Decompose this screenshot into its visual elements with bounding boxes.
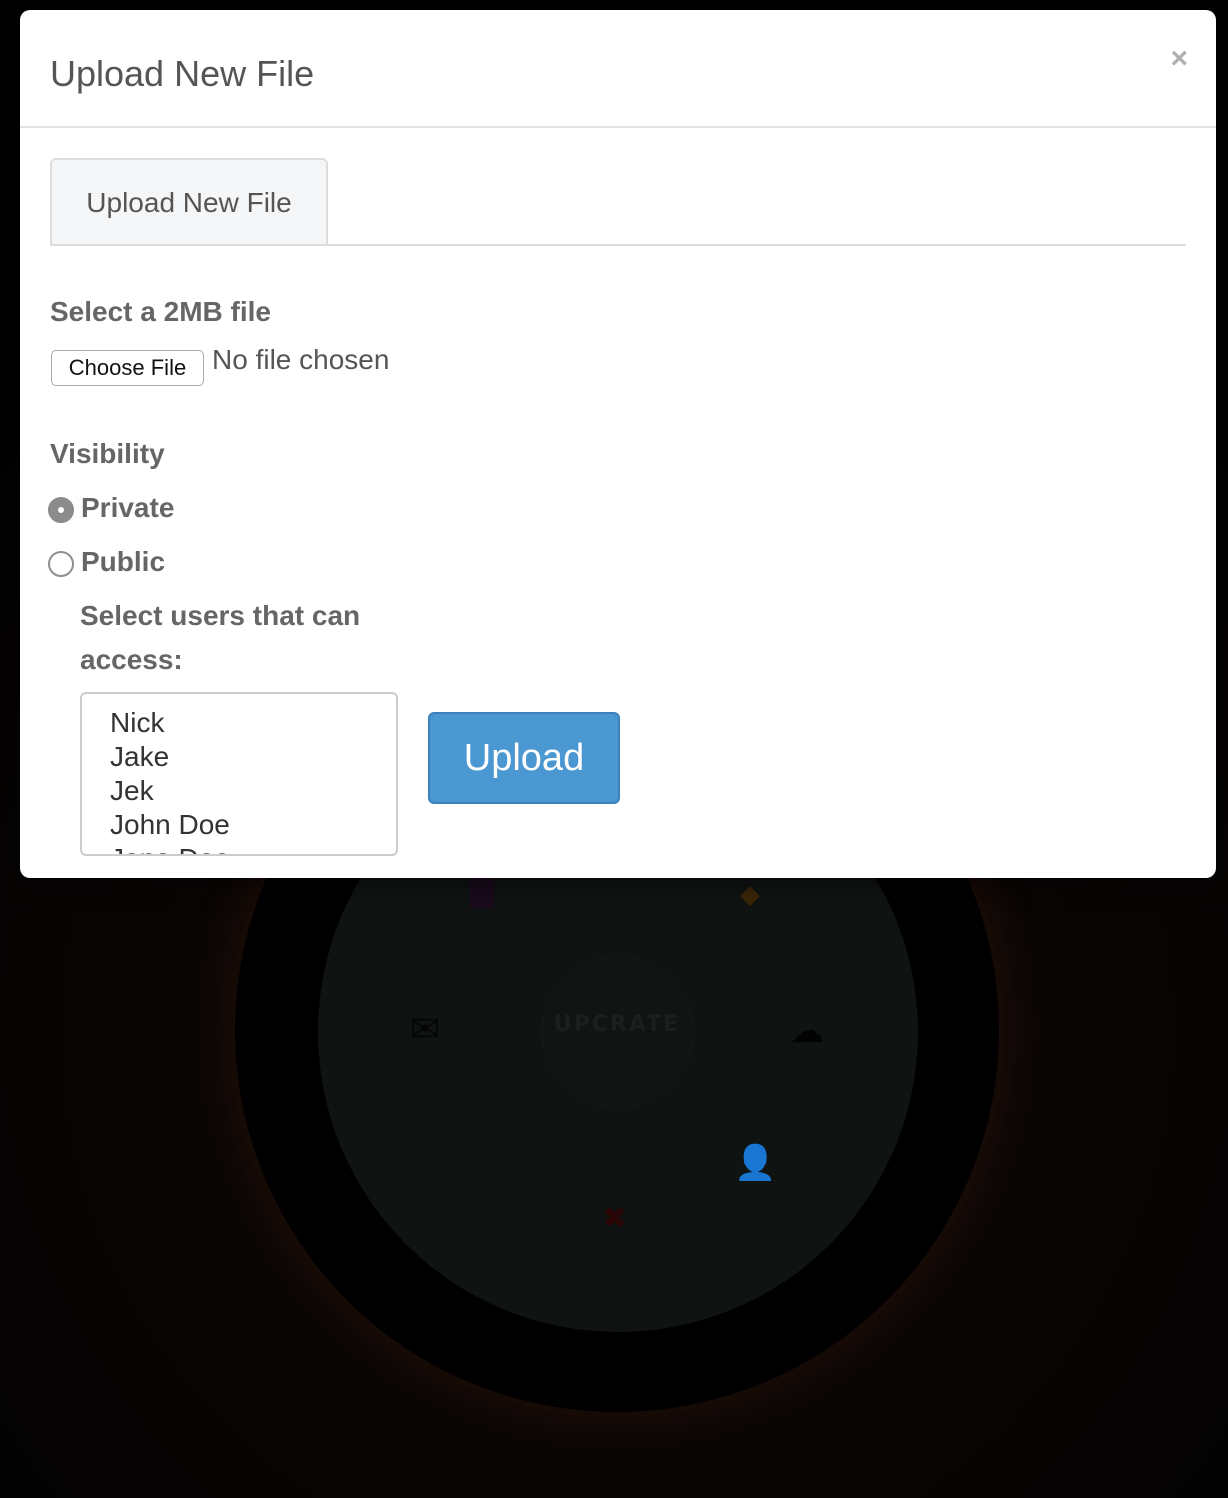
user-option[interactable]: John Doe — [110, 808, 396, 842]
upload-modal: Upload New File × Upload New File Select… — [20, 10, 1216, 878]
document-icon — [470, 878, 494, 908]
public-radio[interactable] — [48, 551, 74, 577]
user-option[interactable]: Jake — [110, 740, 396, 774]
file-input-label: Select a 2MB file — [50, 296, 271, 327]
upload-button[interactable]: Upload — [428, 712, 620, 804]
user-icon: 👤 — [734, 1143, 777, 1183]
users-label-line1: Select users that can — [80, 600, 361, 631]
public-radio-label[interactable]: Public — [81, 546, 165, 578]
close-x-icon: ✖ — [602, 1201, 628, 1236]
users-multiselect[interactable]: Nick Jake Jek John Doe Jane Doe — [80, 692, 398, 856]
diamond-icon: ◆ — [740, 880, 760, 910]
private-radio[interactable] — [48, 497, 74, 523]
cloud-upload-icon: ☁ — [790, 1011, 824, 1051]
tab-bar: Upload New File — [50, 158, 1186, 246]
mail-icon: ✉ — [410, 1009, 441, 1050]
choose-file-button[interactable]: Choose File — [51, 350, 204, 386]
modal-title: Upload New File — [50, 53, 315, 94]
tab-upload-new-file[interactable]: Upload New File — [50, 158, 328, 244]
user-option[interactable]: Jek — [110, 774, 396, 808]
modal-header: Upload New File × — [20, 10, 1216, 128]
user-option[interactable]: Nick — [110, 706, 396, 740]
private-radio-label[interactable]: Private — [81, 492, 174, 524]
close-button[interactable]: × — [1170, 44, 1188, 74]
user-option[interactable]: Jane Doe — [110, 842, 396, 854]
file-status-text: No file chosen — [212, 344, 390, 375]
app-logo: UPCRATE — [553, 1012, 681, 1037]
visibility-label: Visibility — [50, 438, 165, 469]
users-label-line2: access: — [80, 644, 183, 675]
